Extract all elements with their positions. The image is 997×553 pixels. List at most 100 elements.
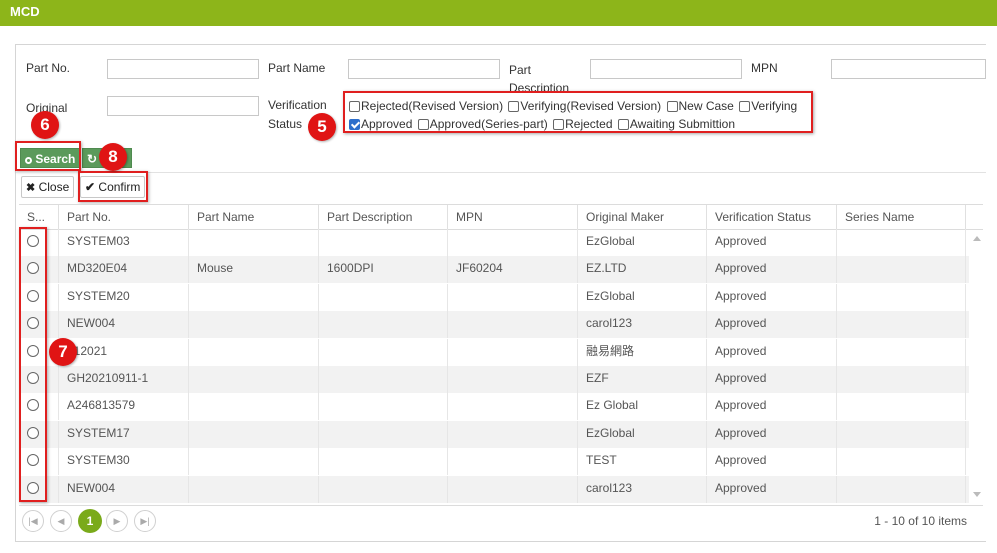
- vertical-scrollbar[interactable]: [970, 229, 983, 503]
- cell-series-name: [837, 475, 966, 503]
- cell-part-no: SYSTEM17: [59, 420, 189, 448]
- cell-original-maker: Ez Global: [578, 393, 707, 421]
- cell-part-name: [189, 393, 319, 421]
- table-row[interactable]: MD320E04 Mouse 1600DPI JF60204 EZ.LTD Approve…: [19, 256, 969, 284]
- first-page-icon[interactable]: |◀: [22, 510, 44, 532]
- option-rejected-revised[interactable]: Rejected(Revised Version): [349, 99, 503, 113]
- option-verifying-revised[interactable]: Verifying(Revised Version): [508, 99, 661, 113]
- cell-part-description: [319, 420, 448, 448]
- window-title: MCD: [10, 4, 40, 19]
- cell-mpn: JF60204: [448, 256, 578, 284]
- column-header-mpn[interactable]: MPN: [448, 205, 578, 229]
- cell-original-maker: carol123: [578, 311, 707, 339]
- table-row[interactable]: GH20210911-1 EZF Approved: [19, 366, 969, 393]
- cell-part-no: SYSTEM03: [59, 229, 189, 256]
- part-no-label: Part No.: [26, 61, 71, 75]
- column-header-part-name[interactable]: Part Name: [189, 205, 319, 229]
- option-label: Rejected: [565, 117, 613, 131]
- option-label: Awaiting Submittion: [629, 117, 736, 131]
- table-row[interactable]: SYSTEM17 EzGlobal Approved: [19, 420, 969, 448]
- last-page-icon[interactable]: ▶|: [134, 510, 156, 532]
- close-button[interactable]: ✖ Close: [21, 176, 75, 198]
- next-page-icon[interactable]: ▶: [106, 510, 128, 532]
- cell-part-no: SYSTEM20: [59, 283, 189, 311]
- cell-mpn: [448, 283, 578, 311]
- cell-part-name: [189, 420, 319, 448]
- cell-part-description: [319, 393, 448, 421]
- option-approved[interactable]: Approved: [349, 117, 412, 131]
- cell-part-name: [189, 448, 319, 476]
- new-case-checkbox[interactable]: [666, 100, 678, 112]
- verifying-checkbox[interactable]: [739, 100, 751, 112]
- table-row[interactable]: A246813579 Ez Global Approved: [19, 393, 969, 421]
- step-badge-6: 6: [31, 111, 59, 139]
- cell-original-maker: 融易網路: [578, 338, 707, 366]
- highlight-confirm: [78, 171, 148, 202]
- part-description-label: Part Description: [509, 63, 570, 95]
- cell-part-description: [319, 448, 448, 476]
- table-row[interactable]: SYSTEM20 EzGlobal Approved: [19, 283, 969, 311]
- column-header-select[interactable]: S...: [19, 205, 59, 229]
- column-header-series-name[interactable]: Series Name: [837, 205, 966, 229]
- scroll-down-icon[interactable]: [973, 492, 981, 497]
- verification-status-label-line2: Status: [268, 117, 303, 131]
- prev-page-icon[interactable]: ◀: [50, 510, 72, 532]
- cell-part-no: NEW004: [59, 311, 189, 339]
- table-row[interactable]: SYSTEM03 EzGlobal Approved: [19, 229, 969, 256]
- option-awaiting-submission[interactable]: Awaiting Submittion: [617, 117, 736, 131]
- cell-part-no: MD320E04: [59, 256, 189, 284]
- table-row[interactable]: NEW004 carol123 Approved: [19, 475, 969, 503]
- step-badge-5: 5: [308, 113, 336, 141]
- pager: |◀ ◀ 1 ▶ ▶| 1 - 10 of 10 items: [19, 505, 983, 536]
- cell-mpn: [448, 393, 578, 421]
- option-verifying[interactable]: Verifying: [739, 99, 797, 113]
- cell-series-name: [837, 338, 966, 366]
- option-rejected[interactable]: Rejected: [553, 117, 613, 131]
- cell-series-name: [837, 283, 966, 311]
- original-maker-input[interactable]: [107, 96, 259, 116]
- window-title-bar: MCD: [0, 0, 997, 26]
- cell-series-name: [837, 393, 966, 421]
- table-row[interactable]: SYSTEM30 TEST Approved: [19, 448, 969, 476]
- option-approved-series[interactable]: Approved(Series-part): [417, 117, 548, 131]
- option-new-case[interactable]: New Case: [666, 99, 734, 113]
- cell-series-name: [837, 366, 966, 393]
- approved-checkbox[interactable]: [349, 118, 360, 130]
- scroll-up-icon[interactable]: [973, 236, 981, 241]
- verification-status-label-line1: Verification: [268, 98, 327, 112]
- cell-verification-status: Approved: [707, 448, 837, 476]
- cell-part-name: [189, 338, 319, 366]
- cell-original-maker: carol123: [578, 475, 707, 503]
- divider: [16, 172, 986, 173]
- column-header-original-maker[interactable]: Original Maker: [578, 205, 707, 229]
- column-header-part-description[interactable]: Part Description: [319, 205, 448, 229]
- part-name-input[interactable]: [348, 59, 500, 79]
- column-header-part-no[interactable]: Part No.: [59, 205, 189, 229]
- table-row[interactable]: ..12021 融易網路 Approved: [19, 338, 969, 366]
- table-row[interactable]: NEW004 carol123 Approved: [19, 311, 969, 339]
- awaiting-submission-checkbox[interactable]: [617, 118, 629, 130]
- part-description-input[interactable]: [590, 59, 742, 79]
- rejected-revised-checkbox[interactable]: [349, 100, 360, 112]
- highlight-search: [15, 141, 81, 171]
- mpn-label: MPN: [751, 61, 778, 75]
- option-label: Rejected(Revised Version): [361, 99, 504, 113]
- part-name-label: Part Name: [268, 61, 326, 75]
- cell-part-name: [189, 311, 319, 339]
- part-no-input[interactable]: [107, 59, 259, 79]
- cell-original-maker: EzGlobal: [578, 420, 707, 448]
- column-header-verification-status[interactable]: Verification Status: [707, 205, 837, 229]
- highlight-select-column: [19, 227, 47, 502]
- verifying-revised-checkbox[interactable]: [508, 100, 520, 112]
- cell-series-name: [837, 420, 966, 448]
- cell-part-no: SYSTEM30: [59, 448, 189, 476]
- option-label: Verifying: [751, 99, 798, 113]
- rejected-checkbox[interactable]: [553, 118, 565, 130]
- current-page[interactable]: 1: [78, 509, 102, 533]
- mpn-input[interactable]: [831, 59, 986, 79]
- verification-options-row-2: Approved Approved(Series-part) Rejected …: [349, 117, 997, 144]
- approved-series-checkbox[interactable]: [417, 118, 429, 130]
- cell-part-description: [319, 229, 448, 256]
- selection-panel: Part No. Part Name Part Description MPN …: [15, 44, 986, 542]
- cell-part-name: [189, 366, 319, 393]
